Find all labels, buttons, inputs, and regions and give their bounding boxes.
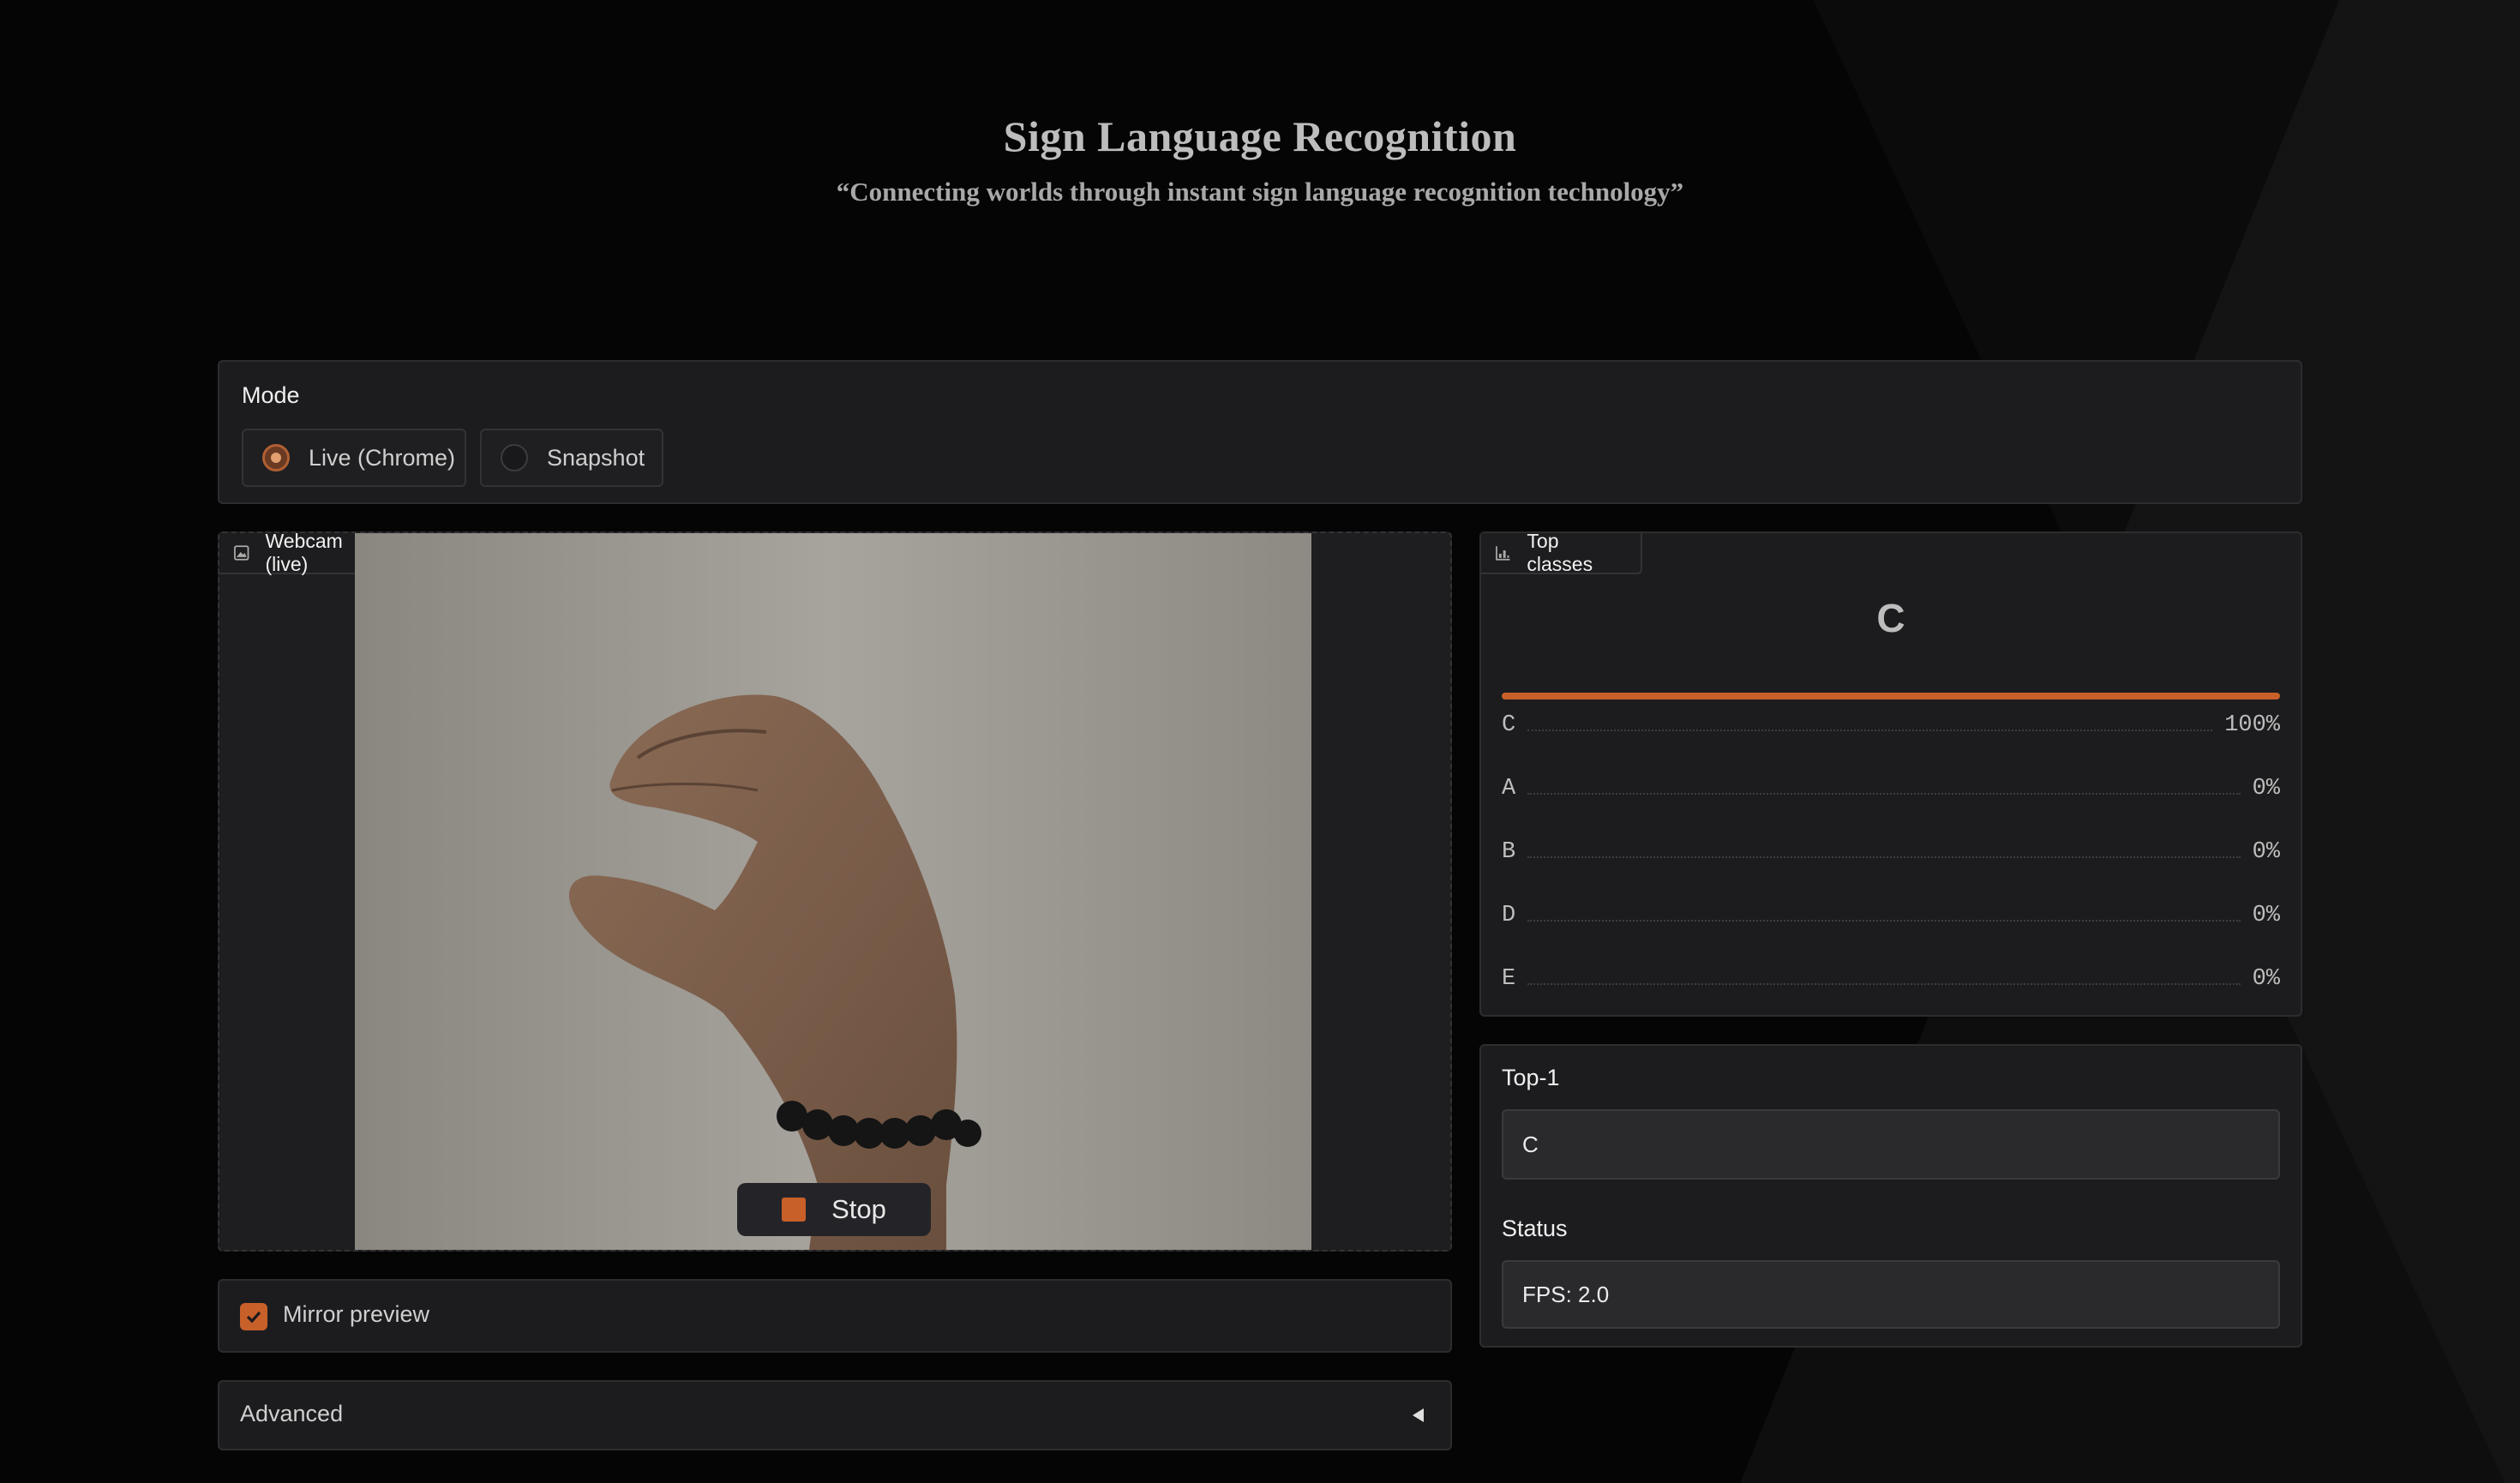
page-header: Sign Language Recognition “Connecting wo… — [0, 111, 2520, 207]
page-subtitle: “Connecting worlds through instant sign … — [836, 177, 1684, 207]
class-row: A 0% — [1502, 772, 2280, 806]
checkmark-icon — [246, 1311, 261, 1324]
mode-option-live-label: Live (Chrome) — [309, 444, 456, 471]
page-title: Sign Language Recognition — [1003, 112, 1517, 160]
mode-panel: Mode Live (Chrome) Snapshot — [218, 360, 2302, 504]
triangle-left-icon[interactable] — [1409, 1406, 1428, 1425]
class-row-leader — [1527, 920, 2241, 922]
class-row: E 0% — [1502, 962, 2280, 996]
top-class-confidence-bar — [1502, 693, 2280, 699]
top-classes-tag-label: Top classes — [1527, 530, 1593, 575]
top-class-confidence-fill — [1502, 693, 2280, 699]
class-row: B 0% — [1502, 835, 2280, 869]
class-row-value: 0% — [2252, 776, 2280, 802]
class-row-leader — [1527, 793, 2241, 795]
mode-option-snapshot[interactable]: Snapshot — [480, 429, 663, 487]
class-row-label: A — [1502, 776, 1516, 802]
advanced-label: Advanced — [240, 1401, 344, 1426]
class-row-label: B — [1502, 839, 1516, 865]
class-row-leader — [1527, 856, 2241, 858]
class-row-label: C — [1502, 712, 1516, 738]
class-row-label: D — [1502, 903, 1516, 928]
webcam-video — [355, 533, 1311, 1250]
stop-button[interactable]: Stop — [737, 1183, 931, 1236]
top1-label: Top-1 — [1502, 1065, 1560, 1090]
mode-option-snapshot-label: Snapshot — [547, 444, 645, 471]
class-row-leader — [1527, 729, 2213, 731]
mirror-panel: Mirror preview — [218, 1279, 1452, 1353]
radio-selected-icon[interactable] — [262, 444, 290, 471]
hand-image — [355, 533, 1311, 1250]
top-class-heading: C — [1876, 596, 1905, 640]
class-row-value: 0% — [2252, 903, 2280, 928]
mode-option-live[interactable]: Live (Chrome) — [242, 429, 466, 487]
stop-icon — [782, 1198, 807, 1222]
advanced-accordion[interactable]: Advanced — [218, 1380, 1452, 1450]
mirror-checkbox[interactable] — [240, 1303, 267, 1330]
status-field[interactable]: FPS: 2.0 — [1502, 1260, 2280, 1329]
bar-chart-icon — [1496, 546, 1510, 561]
class-row: D 0% — [1502, 898, 2280, 933]
top-classes-tag: Top classes — [1481, 530, 1642, 575]
stop-button-label: Stop — [831, 1194, 886, 1224]
top1-value: C — [1522, 1131, 1539, 1157]
status-value: FPS: 2.0 — [1522, 1281, 1610, 1307]
class-row-label: E — [1502, 966, 1516, 992]
image-icon — [234, 545, 249, 561]
status-label: Status — [1502, 1216, 1568, 1241]
radio-unselected-icon[interactable] — [501, 444, 528, 471]
mirror-label: Mirror preview — [283, 1301, 430, 1327]
class-row: C 100% — [1502, 708, 2280, 742]
class-row-value: 0% — [2252, 966, 2280, 992]
top1-field[interactable]: C — [1502, 1109, 2280, 1180]
class-row-value: 0% — [2252, 839, 2280, 865]
class-row-leader — [1527, 983, 2241, 985]
mode-label: Mode — [242, 382, 300, 408]
class-row-value: 100% — [2224, 712, 2280, 738]
